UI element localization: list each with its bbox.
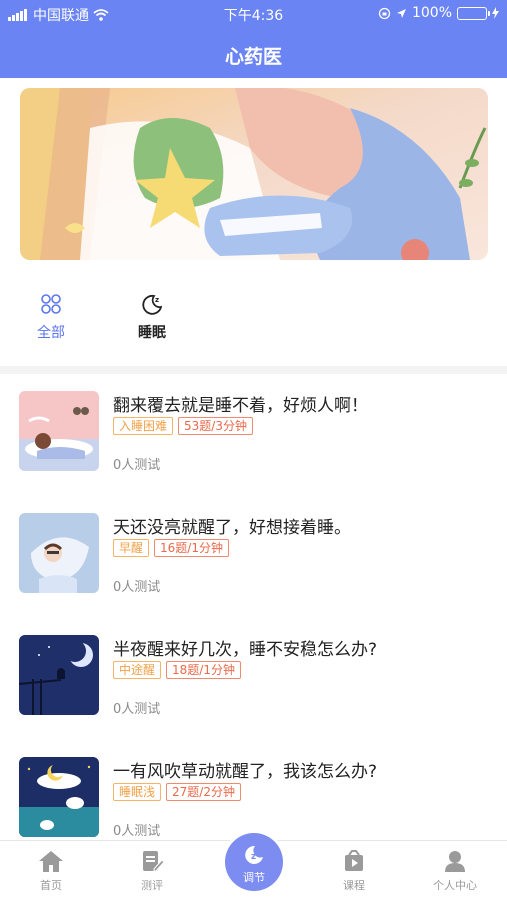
- tab-evaluation[interactable]: 测评: [112, 849, 192, 893]
- home-icon: [39, 851, 63, 872]
- tab-course[interactable]: 课程: [314, 849, 394, 893]
- banner-illustration: [20, 88, 488, 260]
- moon-icon: z: [142, 294, 163, 315]
- clipboard-edit-icon: [143, 851, 164, 872]
- tab-adjust-label: 调节: [243, 871, 265, 884]
- category-sleep[interactable]: z 睡眠: [117, 292, 187, 342]
- question-count-tag: 27题/2分钟: [166, 783, 241, 801]
- tab-evaluation-label: 测评: [141, 879, 163, 892]
- test-tags: 中途醒 18题/1分钟: [113, 661, 241, 679]
- svg-text:z: z: [251, 852, 256, 862]
- category-tag: 睡眠浅: [113, 783, 162, 801]
- test-takers: 0人测试: [113, 824, 161, 839]
- charging-icon: [492, 7, 499, 19]
- category-tag: 入睡困难: [113, 417, 174, 435]
- category-all[interactable]: 全部: [16, 292, 86, 342]
- list-item[interactable]: 翻来覆去就是睡不着，好烦人啊！ 入睡困难 53题/3分钟 0人测试: [0, 374, 507, 496]
- test-thumbnail: [19, 635, 99, 715]
- category-all-label: 全部: [37, 325, 65, 341]
- test-thumbnail: [19, 391, 99, 471]
- test-takers: 0人测试: [113, 580, 161, 595]
- test-takers: 0人测试: [113, 458, 161, 473]
- tab-home-label: 首页: [40, 879, 62, 892]
- moon-sleep-icon: z: [245, 845, 263, 864]
- svg-text:z: z: [155, 296, 159, 304]
- app-header: 中国联通 下午4:36 100% 心药医: [0, 0, 507, 78]
- tab-home[interactable]: 首页: [11, 849, 91, 893]
- test-title: 翻来覆去就是睡不着，好烦人啊！: [113, 396, 368, 416]
- category-tag: 中途醒: [113, 661, 162, 679]
- status-right: 100%: [378, 5, 499, 21]
- test-thumbnail: [19, 513, 99, 593]
- test-title: 一有风吹草动就醒了，我该怎么办?: [113, 762, 378, 782]
- tab-course-label: 课程: [343, 879, 365, 892]
- rotation-lock-icon: [378, 7, 391, 19]
- location-icon: [396, 8, 406, 18]
- test-tags: 睡眠浅 27题/2分钟: [113, 783, 241, 801]
- test-title: 半夜醒来好几次，睡不安稳怎么办?: [113, 640, 378, 660]
- question-count-tag: 18题/1分钟: [166, 661, 241, 679]
- test-title: 天还没亮就醒了，好想接着睡。: [113, 518, 351, 538]
- category-bar: 全部 z 睡眠: [0, 272, 507, 366]
- test-tags: 早醒 16题/1分钟: [113, 539, 229, 557]
- grid-icon: [41, 294, 61, 314]
- status-bar: 中国联通 下午4:36 100%: [0, 0, 507, 28]
- battery-percent: 100%: [411, 5, 452, 21]
- battery-icon: [457, 6, 490, 20]
- tab-profile[interactable]: 个人中心: [415, 849, 495, 893]
- tab-adjust[interactable]: z 调节: [225, 833, 283, 891]
- video-course-icon: [345, 850, 363, 871]
- category-sleep-label: 睡眠: [138, 325, 166, 341]
- tab-profile-label: 个人中心: [433, 879, 477, 892]
- test-takers: 0人测试: [113, 702, 161, 717]
- bottom-tab-bar: 首页 测评 z 调节 课程 个人中心: [0, 833, 507, 900]
- test-thumbnail: [19, 757, 99, 837]
- page-title: 心药医: [224, 46, 282, 68]
- list-item[interactable]: 天还没亮就醒了，好想接着睡。 早醒 16题/1分钟 0人测试: [0, 496, 507, 618]
- question-count-tag: 16题/1分钟: [154, 539, 229, 557]
- section-divider: [0, 366, 507, 374]
- question-count-tag: 53题/3分钟: [178, 417, 253, 435]
- category-tag: 早醒: [113, 539, 150, 557]
- user-icon: [445, 851, 465, 872]
- banner-image[interactable]: [20, 88, 488, 260]
- test-tags: 入睡困难 53题/3分钟: [113, 417, 253, 435]
- list-item[interactable]: 半夜醒来好几次，睡不安稳怎么办? 中途醒 18题/1分钟 0人测试: [0, 618, 507, 740]
